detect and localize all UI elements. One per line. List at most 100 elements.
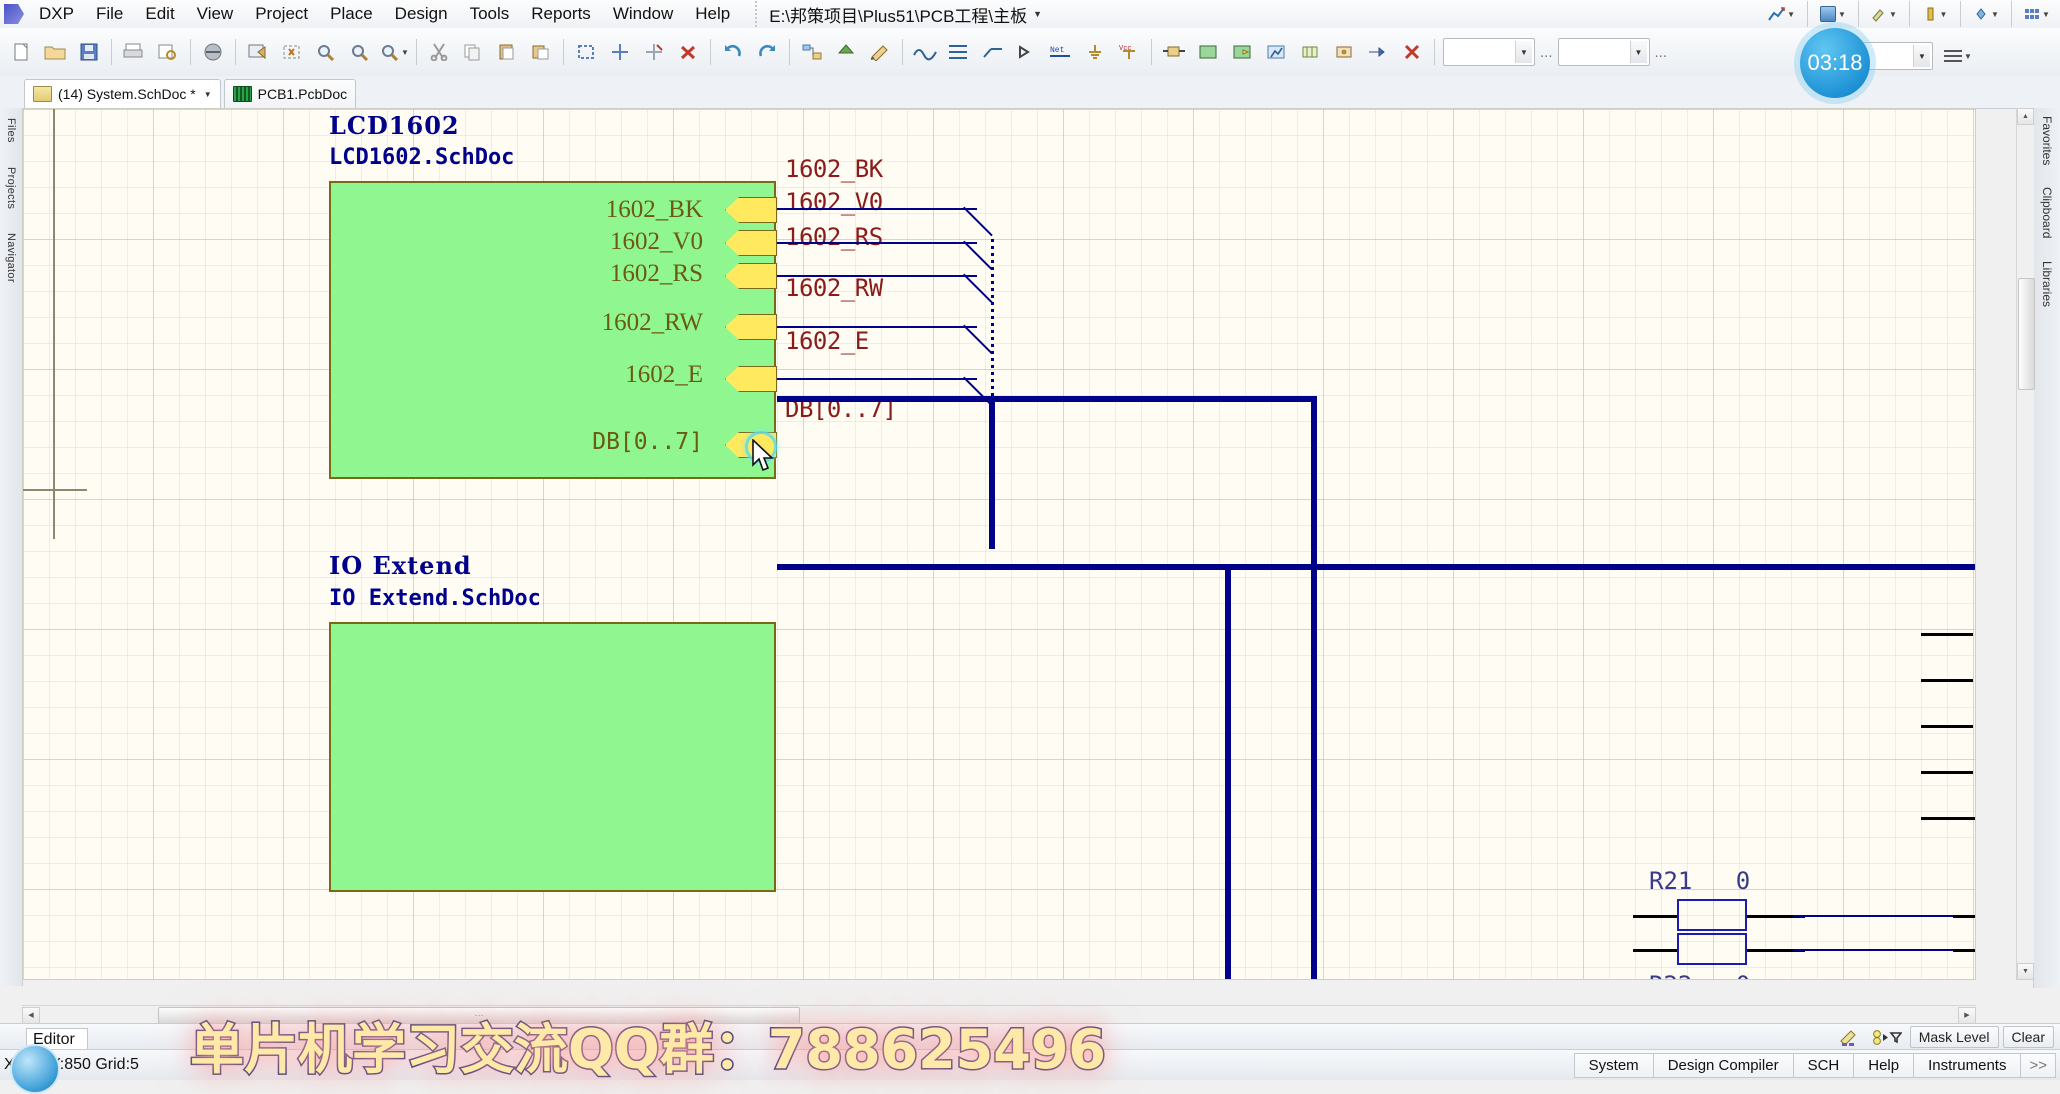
place-directive-button[interactable] — [1362, 36, 1394, 68]
schematic-canvas[interactable]: LCD1602 LCD1602.SchDoc 1602_BK 1602_V0 1… — [22, 108, 1976, 980]
undo-button[interactable] — [717, 36, 749, 68]
resistor-r22[interactable] — [1677, 933, 1747, 965]
menu-item-project[interactable]: Project — [244, 0, 319, 28]
menu-item-edit[interactable]: Edit — [134, 0, 185, 28]
place-bus-entry-button[interactable] — [977, 36, 1009, 68]
net-label-1602-bk[interactable]: 1602_BK — [785, 155, 883, 183]
menu-item-tools[interactable]: Tools — [459, 0, 521, 28]
designator-r21[interactable]: R21 0 — [1649, 867, 1750, 895]
sheet-symbol-io-extend[interactable] — [329, 622, 776, 892]
browse-button[interactable] — [242, 36, 274, 68]
status-button-sch[interactable]: SCH — [1792, 1052, 1854, 1078]
r22-net-wire[interactable] — [1793, 949, 1975, 951]
place-bus-button[interactable] — [943, 36, 975, 68]
place-net-label-button[interactable]: Net — [1045, 36, 1077, 68]
size-combo[interactable]: ▼ — [1557, 38, 1650, 66]
chevron-down-icon[interactable]: ▼ — [204, 90, 212, 99]
zoom-select-button[interactable]: ▼ — [378, 36, 410, 68]
chevron-down-icon[interactable]: ▼ — [1940, 10, 1948, 19]
chevron-down-icon[interactable]: ▼ — [1787, 10, 1795, 19]
deselect-button[interactable] — [638, 36, 670, 68]
place-gnd-button[interactable] — [1079, 36, 1111, 68]
scroll-right-icon[interactable]: ▶ — [1958, 1006, 1976, 1024]
place-device-sheet-button[interactable] — [1260, 36, 1292, 68]
zoom-in-button[interactable] — [310, 36, 342, 68]
sidebar-tab-libraries[interactable]: Libraries — [2040, 261, 2054, 307]
font-combo[interactable]: ▼ — [1443, 38, 1535, 66]
scroll-up-icon[interactable]: ▲ — [2017, 108, 2034, 125]
open-job-button[interactable] — [197, 36, 229, 68]
bus-db-horizontal-top[interactable] — [777, 396, 1317, 402]
menu-item-window[interactable]: Window — [602, 0, 684, 28]
annotate-button[interactable] — [864, 36, 896, 68]
config-tool-button[interactable]: ▼ — [1969, 1, 2003, 27]
paste-array-button[interactable] — [525, 36, 557, 68]
board-tool-button[interactable]: ▼ — [1816, 1, 1850, 27]
sidebar-tab-navigator[interactable]: Navigator — [4, 229, 18, 287]
wire-stub-5[interactable] — [1921, 817, 1975, 820]
r21-net-wire[interactable] — [1793, 915, 1975, 917]
zoom-out-button[interactable] — [344, 36, 376, 68]
delete-button[interactable] — [1396, 36, 1428, 68]
menu-item-place[interactable]: Place — [319, 0, 384, 28]
place-vcc-button[interactable]: Vcc — [1113, 36, 1145, 68]
net-label-1602-rw[interactable]: 1602_RW — [785, 274, 883, 302]
scroll-left-icon[interactable]: ◀ — [22, 1006, 40, 1024]
highlight-pen-icon[interactable] — [1835, 1025, 1863, 1049]
mask-filter-icon[interactable] — [1869, 1025, 1905, 1049]
menu-item-file[interactable]: File — [85, 0, 134, 28]
scroll-down-icon[interactable]: ▼ — [2017, 963, 2034, 980]
designator-r22[interactable]: R22 0 — [1649, 971, 1750, 979]
new-doc-button[interactable] — [5, 36, 37, 68]
bus-db-vertical-a[interactable] — [989, 399, 995, 549]
chevron-down-icon[interactable]: ▼ — [1629, 41, 1647, 63]
menu-item-help[interactable]: Help — [684, 0, 741, 28]
status-button-more[interactable]: >> — [2020, 1052, 2056, 1078]
select-area-button[interactable] — [276, 36, 308, 68]
open-folder-button[interactable] — [39, 36, 71, 68]
save-button[interactable] — [73, 36, 105, 68]
chevron-down-icon[interactable]: ▼ — [1889, 10, 1897, 19]
chevron-down-icon[interactable]: ▼ — [1515, 41, 1532, 63]
clear-button[interactable]: Clear — [2002, 1026, 2054, 1048]
chevron-down-icon[interactable]: ▼ — [1838, 10, 1846, 19]
copy-button[interactable] — [457, 36, 489, 68]
status-button-help[interactable]: Help — [1853, 1052, 1914, 1078]
mechanical-tool-button[interactable]: ▼ — [1867, 1, 1901, 27]
place-port-button[interactable] — [1011, 36, 1043, 68]
style-combo[interactable]: ▼ — [1863, 42, 1933, 70]
place-harness-button[interactable] — [1294, 36, 1326, 68]
menu-item-view[interactable]: View — [186, 0, 245, 28]
bus-db-vertical-mid[interactable] — [1225, 564, 1231, 979]
chevron-down-icon[interactable]: ▼ — [1033, 9, 1042, 19]
sidebar-tab-clipboard[interactable]: Clipboard — [2040, 187, 2054, 238]
wire-1602-e[interactable] — [777, 378, 977, 380]
chevron-down-icon[interactable]: ▼ — [2042, 10, 2050, 19]
wire-1602-bk[interactable] — [777, 208, 977, 210]
bus-db-vertical-right[interactable] — [1311, 396, 1317, 979]
chevron-down-icon[interactable]: ▼ — [1991, 10, 1999, 19]
sidebar-tab-files[interactable]: Files — [4, 114, 18, 147]
paste-button[interactable] — [491, 36, 523, 68]
grid-tool-button[interactable]: ▼ — [2020, 1, 2054, 27]
wire-stub-3[interactable] — [1921, 725, 1973, 728]
project-path-box[interactable]: E:\邦策项目\Plus51\PCB工程\主板 ▼ — [755, 1, 1042, 27]
print-button[interactable] — [118, 36, 150, 68]
tab-pcb1-pcbdoc[interactable]: PCB1.PcbDoc — [223, 79, 357, 108]
wire-stub-1[interactable] — [1921, 633, 1973, 636]
place-wire-button[interactable] — [909, 36, 941, 68]
move-button[interactable] — [604, 36, 636, 68]
chevron-down-icon[interactable]: ▼ — [401, 48, 409, 57]
menu-item-design[interactable]: Design — [384, 0, 459, 28]
bus-db-horizontal-main[interactable] — [777, 564, 1975, 570]
status-button-system[interactable]: System — [1573, 1052, 1653, 1078]
status-button-instruments[interactable]: Instruments — [1913, 1052, 2021, 1078]
layer-tool-button[interactable]: ▼ — [1918, 1, 1952, 27]
select-rect-button[interactable] — [570, 36, 602, 68]
clear-selection-button[interactable] — [672, 36, 704, 68]
menu-item-dxp[interactable]: DXP — [28, 0, 85, 28]
place-harness-connector-button[interactable] — [1328, 36, 1360, 68]
redo-button[interactable] — [751, 36, 783, 68]
wire-1602-rs[interactable] — [777, 275, 977, 277]
chevron-down-icon[interactable]: ▼ — [1913, 45, 1930, 67]
